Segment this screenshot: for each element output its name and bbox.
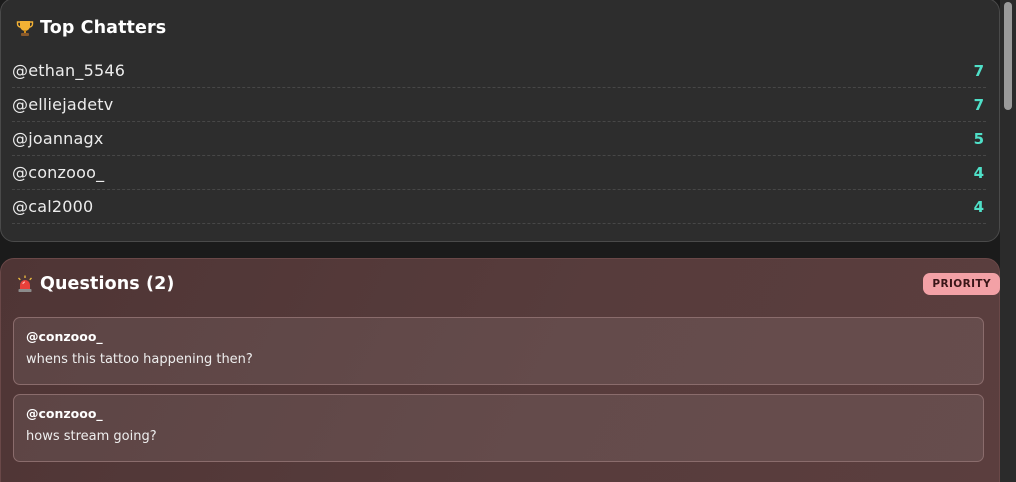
- question-user: @conzooo_: [26, 406, 103, 421]
- chatter-name: @joannagx: [12, 129, 104, 148]
- chatter-name: @elliejadetv: [12, 95, 114, 114]
- chatter-count: 4: [973, 197, 984, 216]
- list-item: @elliejadetv 7: [12, 88, 986, 122]
- trophy-icon: [16, 21, 34, 36]
- list-item: @conzooo_ 4: [12, 156, 986, 190]
- chatter-count: 7: [973, 95, 984, 114]
- vertical-scrollbar[interactable]: [1000, 0, 1016, 482]
- question-card[interactable]: @conzooo_ whens this tattoo happening th…: [13, 317, 984, 385]
- question-user: @conzooo_: [26, 329, 103, 344]
- question-text: hows stream going?: [26, 429, 157, 444]
- chatter-list: @ethan_5546 7 @elliejadetv 7 @joannagx 5…: [12, 54, 986, 224]
- top-chatters-header: Top Chatters: [16, 18, 1000, 38]
- question-text: whens this tattoo happening then?: [26, 352, 253, 367]
- priority-badge: PRIORITY: [923, 273, 1000, 295]
- question-card[interactable]: @conzooo_ hows stream going?: [13, 394, 984, 462]
- questions-title: Questions (2): [40, 274, 175, 294]
- list-item: @ethan_5546 7: [12, 54, 986, 88]
- dashboard-panel: Top Chatters @ethan_5546 7 @elliejadetv …: [0, 0, 1016, 482]
- siren-icon: [18, 275, 32, 292]
- chatter-count: 4: [973, 163, 984, 182]
- chatter-name: @ethan_5546: [12, 61, 126, 80]
- chatter-count: 5: [973, 129, 984, 148]
- list-item: @joannagx 5: [12, 122, 986, 156]
- chatter-name: @cal2000: [12, 197, 94, 216]
- chatter-name: @conzooo_: [12, 163, 105, 182]
- scroll-thumb[interactable]: [1004, 2, 1012, 110]
- top-chatters-title: Top Chatters: [40, 18, 167, 38]
- questions-header: Questions (2) PRIORITY: [16, 273, 1000, 295]
- chatter-count: 7: [973, 61, 984, 80]
- list-item: @cal2000 4: [12, 190, 986, 224]
